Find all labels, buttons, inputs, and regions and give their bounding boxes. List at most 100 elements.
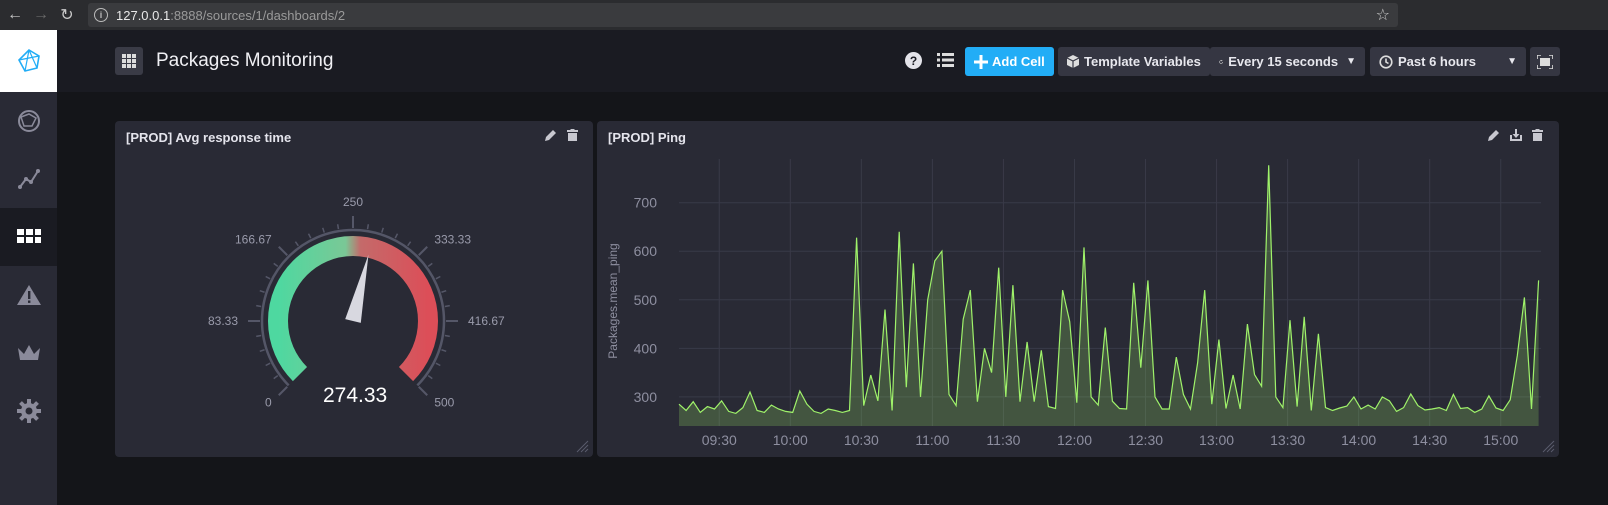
time-range-label: Past 6 hours	[1398, 54, 1477, 69]
gauge-major-tick	[418, 386, 428, 396]
x-tick-label: 12:30	[1128, 432, 1163, 448]
gauge-minor-tick	[441, 349, 447, 352]
gauge-minor-tick	[381, 227, 384, 233]
gauge-value: 274.33	[323, 384, 388, 407]
sidebar	[0, 30, 57, 505]
gauge-minor-tick	[435, 362, 441, 367]
gauge-minor-tick	[322, 227, 325, 233]
logo-icon	[17, 48, 40, 72]
browser-toolbar: ← → ↻ i 127.0.0.1:8888/sources/1/dashboa…	[0, 0, 1608, 30]
forward-icon[interactable]: →	[30, 4, 52, 26]
globe-icon	[17, 110, 40, 132]
y-tick-label: 300	[634, 389, 658, 405]
gauge-needle	[345, 254, 369, 323]
gauge-minor-tick	[256, 304, 262, 308]
presentation-mode-button[interactable]	[1530, 47, 1560, 76]
gauge-minor-tick	[273, 375, 279, 380]
x-tick-label: 14:30	[1412, 432, 1447, 448]
x-tick-label: 15:00	[1483, 432, 1518, 448]
x-tick-label: 09:30	[702, 432, 737, 448]
gauge-minor-tick	[427, 375, 433, 380]
x-tick-label: 12:00	[1057, 432, 1092, 448]
gauge-minor-tick	[259, 349, 265, 352]
dashboards-menu-button[interactable]	[115, 47, 143, 75]
crown-icon	[17, 345, 40, 360]
x-tick-label: 10:30	[844, 432, 879, 448]
y-tick-label: 400	[634, 340, 658, 356]
clock-icon	[1379, 54, 1393, 69]
refresh-icon	[1219, 59, 1223, 64]
gauge-tick-label: 416.67	[468, 314, 505, 328]
gauge-minor-tick	[307, 233, 312, 239]
gauge-minor-tick	[407, 241, 412, 247]
graph-icon	[17, 169, 40, 189]
x-tick-label: 11:00	[915, 432, 949, 448]
chevron-down-icon: ▼	[1507, 56, 1517, 67]
x-tick-label: 13:00	[1199, 432, 1234, 448]
dashboard-grid-icon	[16, 229, 41, 243]
add-cell-button[interactable]: Add Cell	[965, 47, 1054, 76]
gauge-minor-tick	[265, 362, 271, 367]
gauge-minor-tick	[259, 290, 265, 293]
sidebar-item-dashboards[interactable]	[0, 208, 57, 266]
gauge-minor-tick	[394, 233, 399, 239]
warning-icon	[16, 285, 41, 305]
x-tick-label: 14:00	[1341, 432, 1376, 448]
list-icon[interactable]	[937, 52, 954, 68]
gauge-tick-label: 500	[434, 395, 454, 409]
plus-icon	[974, 54, 988, 69]
gauge-minor-tick	[435, 275, 441, 280]
gauge-tick-label: 0	[265, 395, 272, 409]
sidebar-item-graph[interactable]	[0, 150, 57, 208]
fullscreen-icon	[1537, 54, 1553, 69]
grid-icon	[122, 54, 136, 68]
sidebar-item-alerts[interactable]	[0, 266, 57, 324]
gauge-minor-tick	[444, 334, 450, 338]
bookmark-star-icon[interactable]: ☆	[1376, 5, 1390, 25]
x-tick-label: 13:30	[1270, 432, 1305, 448]
gauge-minor-tick	[294, 241, 299, 247]
help-icon[interactable]: ?	[905, 52, 922, 69]
ping-line-chart: 300 400 500 600 700 09:30 10:00 10:30 11:00 11:3…	[606, 159, 1541, 448]
chronograf-logo[interactable]	[0, 30, 57, 92]
gauge-minor-tick	[441, 290, 447, 293]
resize-handle-icon[interactable]	[575, 439, 589, 453]
time-range-dropdown[interactable]: Past 6 hours ▼	[1370, 47, 1526, 76]
auto-refresh-label: Every 15 seconds	[1228, 54, 1339, 69]
gauge-major-tick	[278, 246, 288, 256]
x-tick-label: 11:30	[986, 432, 1020, 448]
add-cell-label: Add Cell	[992, 54, 1045, 69]
y-tick-label: 700	[634, 195, 658, 211]
avg-response-time-cell[interactable]: [PROD] Avg response time 0 83.33 166.67 250…	[115, 121, 593, 457]
cube-icon	[1067, 55, 1079, 68]
reload-icon[interactable]: ↻	[56, 4, 78, 26]
info-icon[interactable]: i	[94, 8, 108, 22]
gauge-tick-label: 250	[343, 195, 363, 209]
page-title: Packages Monitoring	[156, 50, 334, 71]
gauge-tick-label: 333.33	[434, 233, 471, 247]
sidebar-item-data-explorer[interactable]	[0, 92, 57, 150]
gear-icon	[16, 399, 41, 423]
url-host: 127.0.0.1	[116, 7, 171, 23]
address-bar[interactable]: i 127.0.0.1:8888/sources/1/dashboards/2 …	[88, 3, 1398, 27]
series-area	[679, 165, 1539, 427]
gauge-minor-tick	[444, 304, 450, 308]
gauge-tick-label: 83.33	[208, 314, 238, 328]
resize-handle-icon[interactable]	[1541, 439, 1555, 453]
x-axis-tick-labels: 09:30 10:00 10:30 11:00 11:30 12:00 12:30 13:00…	[702, 432, 1519, 448]
gauge-minor-tick	[366, 224, 370, 230]
gauge-minor-tick	[256, 334, 262, 338]
back-icon[interactable]: ←	[4, 4, 26, 26]
template-variables-button[interactable]: Template Variables	[1058, 47, 1210, 76]
gauge-major-tick	[418, 246, 428, 256]
y-tick-label: 600	[634, 243, 658, 259]
x-tick-label: 10:00	[773, 432, 808, 448]
gauge-tick-label: 166.67	[235, 233, 272, 247]
chevron-down-icon: ▼	[1346, 56, 1356, 67]
y-tick-label: 500	[634, 292, 658, 308]
ping-cell[interactable]: [PROD] Ping 300 400 500 600 700 09:30 10:00 10…	[597, 121, 1559, 457]
sidebar-item-admin[interactable]	[0, 324, 57, 382]
sidebar-item-settings[interactable]	[0, 382, 57, 440]
auto-refresh-dropdown[interactable]: Every 15 seconds ▼	[1210, 47, 1365, 76]
gauge-minor-tick	[265, 275, 271, 280]
